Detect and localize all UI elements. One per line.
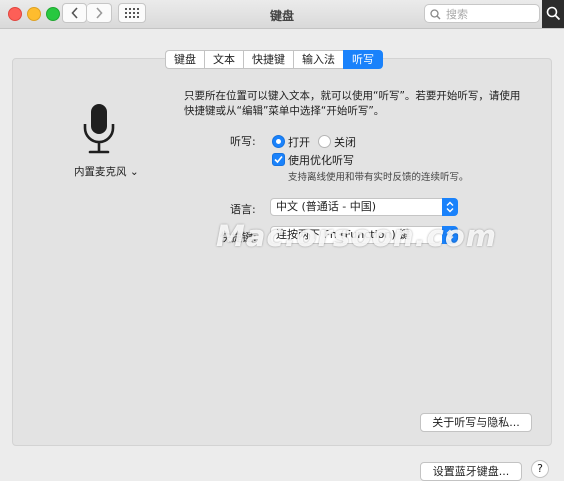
tab-shortcuts[interactable]: 快捷键 [243,50,293,69]
language-value: 中文 (普通话 - 中国) [276,200,377,213]
title-bar: 键盘 [0,0,564,29]
tab-input-sources[interactable]: 输入法 [293,50,343,69]
search-field[interactable] [424,4,540,23]
dictation-off-label: 关闭 [334,136,356,149]
search-icon [430,9,441,20]
enhanced-dictation-note: 支持离线使用和带有实时反馈的连续听写。 [288,172,469,183]
tab-text[interactable]: 文本 [204,50,243,69]
dictation-description: 只要所在位置可以键入文本，就可以使用“听写”。若要开始听写，请使用快捷键或从“编… [184,90,521,117]
enhanced-dictation-label: 使用优化听写 [288,154,354,167]
language-label: 语言: [230,203,256,216]
tab-dictation[interactable]: 听写 [343,50,383,69]
microphone-icon [83,104,115,154]
enhanced-dictation-checkbox[interactable] [272,153,285,166]
dictation-off-radio[interactable] [318,135,331,148]
watermark-text: Mac.orsoon.com [216,219,497,253]
tab-bar: 键盘 文本 快捷键 输入法 听写 [165,50,383,69]
language-popup[interactable]: 中文 (普通话 - 中国) [270,198,458,216]
spotlight-button[interactable] [542,0,564,28]
microphone-source-menu[interactable]: 内置麦克风 ⌄ [74,164,139,179]
dictation-label: 听写: [230,135,256,148]
checkmark-icon [274,155,283,164]
search-input[interactable] [444,6,538,23]
setup-bluetooth-keyboard-button[interactable]: 设置蓝牙键盘... [420,462,522,481]
popup-arrows-icon [442,198,458,216]
help-button[interactable]: ? [531,460,549,478]
privacy-button[interactable]: 关于听写与隐私... [420,413,532,432]
dictation-on-label: 打开 [288,136,310,149]
dictation-on-radio[interactable] [272,135,285,148]
search-icon [546,6,561,21]
tab-keyboard[interactable]: 键盘 [165,50,204,69]
